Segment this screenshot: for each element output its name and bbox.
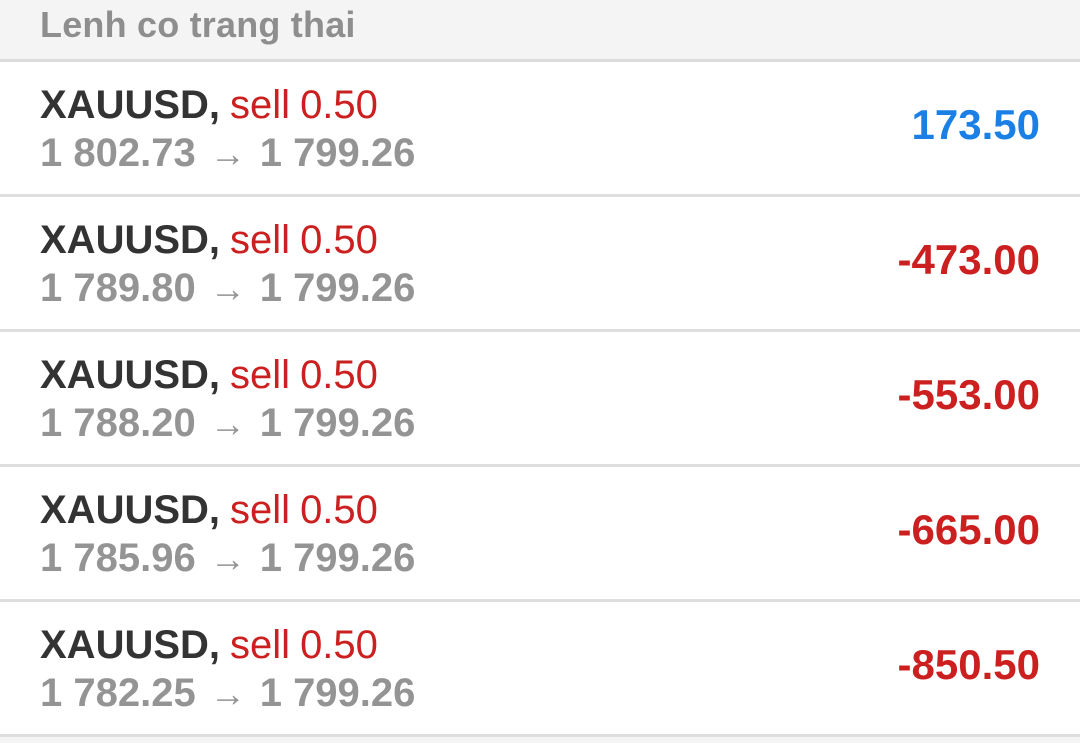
order-prices: 1 782.25 → 1 799.26 [40,670,415,717]
order-profit: -553.00 [897,371,1040,418]
current-price: 1 799.26 [259,536,416,580]
order-title: XAUUSD, sell 0.50 [40,488,378,532]
current-price: 1 799.26 [259,131,416,175]
order-prices: 1 789.80 → 1 799.26 [40,265,415,312]
order-row[interactable]: XAUUSD, sell 0.50 1 789.80 → 1 799.26 -473.0… [0,197,1080,332]
arrow-right-icon: → [209,403,246,444]
current-price: 1 799.26 [259,401,416,445]
order-title: XAUUSD, sell 0.50 [40,83,378,127]
open-price: 1 785.96 [40,536,196,580]
order-row[interactable]: XAUUSD, sell 0.50 1 802.73 → 1 799.26 173.50 [0,62,1080,197]
open-price: 1 802.73 [40,131,196,175]
arrow-right-icon: → [209,673,246,714]
order-volume: 0.50 [300,623,378,667]
order-info: XAUUSD, sell 0.50 1 788.20 → 1 799.26 [40,352,415,447]
open-price: 1 782.25 [40,671,196,715]
section-title: Lenh co trang thai [40,3,356,45]
current-price: 1 799.26 [259,671,416,715]
open-orders-screen: Lenh co trang thai XAUUSD, sell 0.50 1 802… [0,0,1080,747]
order-title: XAUUSD, sell 0.50 [40,218,378,262]
order-title: XAUUSD, sell 0.50 [40,353,378,397]
order-info: XAUUSD, sell 0.50 1 782.25 → 1 799.26 [40,622,415,717]
order-list: XAUUSD, sell 0.50 1 802.73 → 1 799.26 173.50… [0,62,1080,737]
order-side: sell [230,218,291,262]
list-footer-divider [0,737,1080,743]
order-info: XAUUSD, sell 0.50 1 802.73 → 1 799.26 [40,82,415,177]
order-symbol: XAUUSD [40,353,209,397]
order-side: sell [230,488,291,532]
order-symbol: XAUUSD [40,83,209,127]
order-symbol: XAUUSD [40,218,209,262]
order-title: XAUUSD, sell 0.50 [40,623,378,667]
order-profit: 173.50 [911,101,1040,148]
order-prices: 1 785.96 → 1 799.26 [40,535,415,582]
arrow-right-icon: → [209,268,246,309]
order-volume: 0.50 [300,353,378,397]
order-profit: -473.00 [897,236,1040,283]
order-volume: 0.50 [300,83,378,127]
order-side: sell [230,83,291,127]
open-price: 1 788.20 [40,401,196,445]
order-row[interactable]: XAUUSD, sell 0.50 1 788.20 → 1 799.26 -553.0… [0,332,1080,467]
current-price: 1 799.26 [259,266,416,310]
order-info: XAUUSD, sell 0.50 1 789.80 → 1 799.26 [40,217,415,312]
order-volume: 0.50 [300,488,378,532]
order-row[interactable]: XAUUSD, sell 0.50 1 785.96 → 1 799.26 -665.0… [0,467,1080,602]
order-profit: -665.00 [897,506,1040,553]
order-profit: -850.50 [897,641,1040,688]
arrow-right-icon: → [209,133,246,174]
section-header: Lenh co trang thai [0,0,1080,62]
order-info: XAUUSD, sell 0.50 1 785.96 → 1 799.26 [40,487,415,582]
order-symbol: XAUUSD [40,488,209,532]
order-symbol: XAUUSD [40,623,209,667]
order-row[interactable]: XAUUSD, sell 0.50 1 782.25 → 1 799.26 -850.5… [0,602,1080,737]
order-volume: 0.50 [300,218,378,262]
order-side: sell [230,353,291,397]
arrow-right-icon: → [209,538,246,579]
order-prices: 1 788.20 → 1 799.26 [40,400,415,447]
order-prices: 1 802.73 → 1 799.26 [40,130,415,177]
order-side: sell [230,623,291,667]
open-price: 1 789.80 [40,266,196,310]
